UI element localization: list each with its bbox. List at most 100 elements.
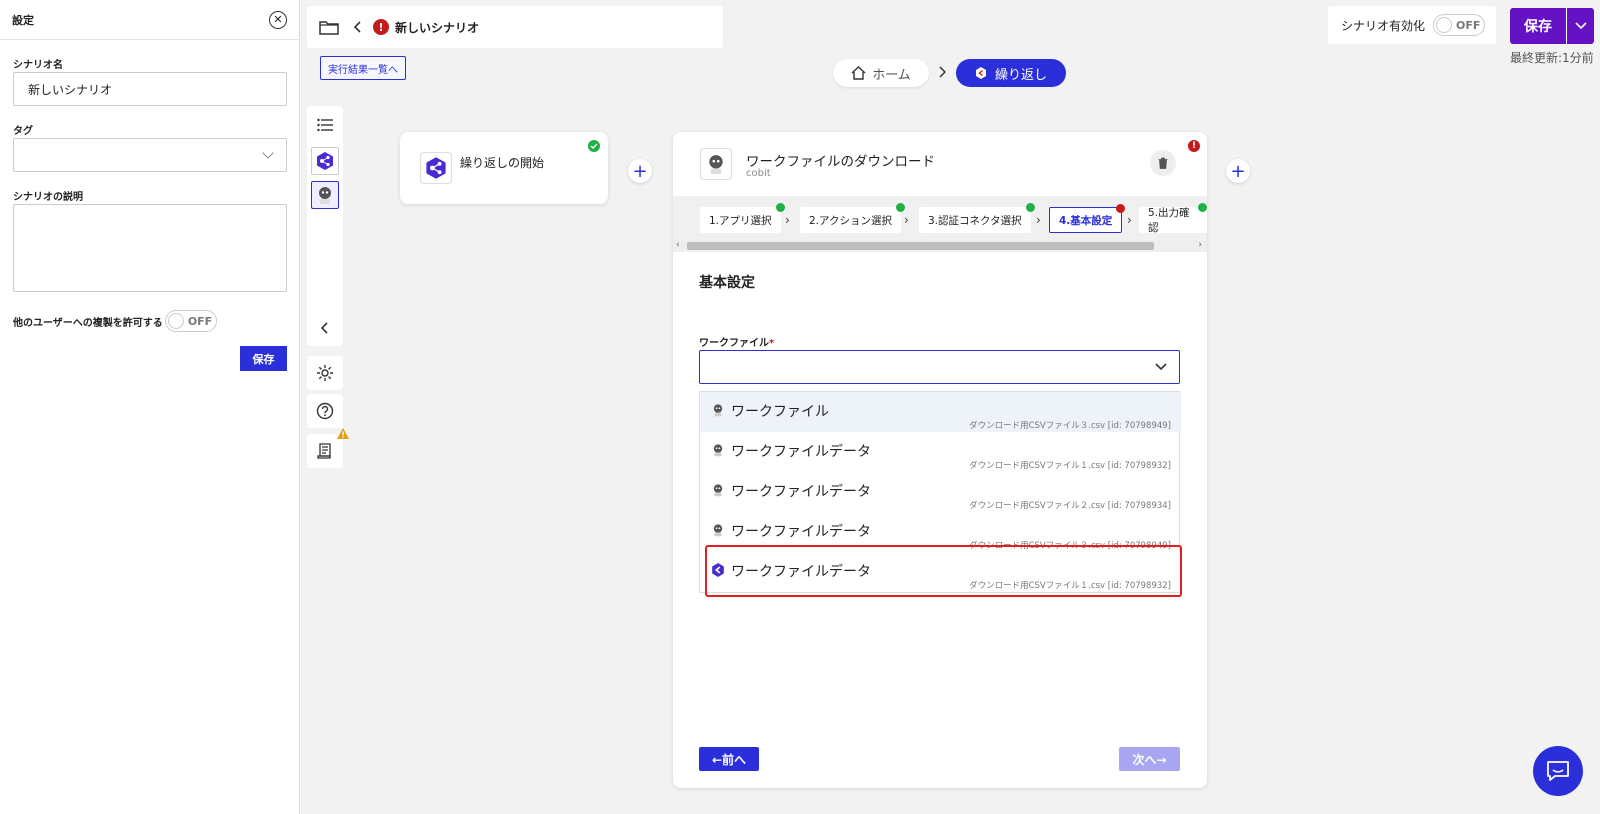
robot-icon bbox=[713, 484, 723, 497]
workfile-select[interactable] bbox=[699, 350, 1180, 384]
loop-node-icon[interactable] bbox=[311, 147, 339, 175]
tab-action-select[interactable]: 2.アクション選択 bbox=[800, 203, 905, 233]
breadcrumb-current[interactable]: 繰り返し bbox=[956, 59, 1066, 87]
settings-tool bbox=[307, 356, 343, 390]
loop-start-title: 繰り返しの開始 bbox=[460, 156, 545, 170]
option-sub: ダウンロード用CSVファイル２.csv [id: 70798934] bbox=[969, 501, 1171, 511]
step-arrow-icon: › bbox=[904, 213, 909, 227]
scroll-right-icon[interactable]: › bbox=[1198, 240, 1202, 250]
warning-icon bbox=[337, 428, 349, 439]
close-icon[interactable]: ✕ bbox=[269, 10, 287, 29]
step-subtitle: cobit bbox=[746, 168, 771, 179]
check-icon bbox=[588, 140, 600, 152]
robot-icon bbox=[709, 155, 723, 174]
scenario-enable-label: シナリオ有効化 bbox=[1341, 18, 1426, 33]
step-tabs-scrollbar[interactable]: ‹ › bbox=[673, 240, 1207, 252]
chevron-down-icon bbox=[1155, 363, 1167, 371]
breadcrumb-separator-icon bbox=[939, 66, 946, 78]
toggle-knob bbox=[167, 313, 184, 329]
results-list-link[interactable]: 実行結果一覧へ bbox=[320, 56, 406, 80]
last-updated-text: 最終更新:1分前 bbox=[1510, 51, 1594, 65]
dropdown-option[interactable]: ワークファイル ダウンロード用CSVファイル３.csv [id: 7079894… bbox=[700, 392, 1181, 432]
robot-icon bbox=[713, 524, 723, 537]
tab-label: 5.出力確認 bbox=[1148, 207, 1190, 234]
node-toolbar bbox=[307, 106, 343, 346]
loop-start-card[interactable]: 繰り返しの開始 bbox=[400, 132, 608, 204]
allow-copy-label: 他のユーザーへの複製を許可する bbox=[13, 317, 163, 329]
option-label: ワークファイルデータ bbox=[731, 444, 871, 460]
log-scroll-icon[interactable] bbox=[311, 437, 339, 465]
robot-icon bbox=[713, 404, 723, 417]
loop-app-badge bbox=[420, 152, 452, 184]
delete-step-button[interactable] bbox=[1150, 150, 1176, 176]
loop-icon bbox=[975, 67, 986, 79]
tab-label: 3.認証コネクタ選択 bbox=[928, 214, 1022, 227]
chevron-down-icon bbox=[1574, 22, 1587, 30]
tab-label: 4.基本設定 bbox=[1059, 214, 1113, 227]
add-step-button[interactable]: + bbox=[1226, 159, 1250, 183]
chevron-left-icon[interactable] bbox=[353, 21, 363, 33]
tab-label: 2.アクション選択 bbox=[809, 214, 892, 227]
option-label: ワークファイルデータ bbox=[731, 524, 871, 540]
download-step-card: ワークファイルのダウンロード cobit ! 1.アプリ選択 › 2.アクション… bbox=[673, 132, 1207, 788]
settings-header: 設定 ✕ bbox=[0, 0, 299, 40]
allow-copy-toggle[interactable]: OFF bbox=[164, 310, 217, 332]
folder-icon[interactable] bbox=[319, 19, 339, 35]
option-label: ワークファイルデータ bbox=[731, 484, 871, 500]
gear-icon[interactable] bbox=[311, 359, 339, 387]
highlight-frame bbox=[705, 545, 1182, 597]
step-error-dot bbox=[1116, 204, 1126, 213]
scenario-name-label: シナリオ名 bbox=[13, 60, 63, 71]
scenario-enable-toggle[interactable]: OFF bbox=[1433, 14, 1486, 36]
next-button[interactable]: 次へ→ bbox=[1119, 747, 1180, 771]
dropdown-option[interactable]: ワークファイルデータ ダウンロード用CSVファイル２.csv [id: 7079… bbox=[700, 472, 1181, 512]
dropdown-option[interactable]: ワークファイルデータ ダウンロード用CSVファイル１.csv [id: 7079… bbox=[700, 432, 1181, 472]
step-error-icon: ! bbox=[1188, 140, 1200, 152]
loop-app-icon bbox=[426, 157, 446, 179]
scroll-left-icon[interactable]: ‹ bbox=[676, 240, 680, 250]
robot-app-badge bbox=[700, 148, 732, 180]
tab-auth-connector[interactable]: 3.認証コネクタ選択 bbox=[919, 203, 1035, 233]
tab-basic-settings[interactable]: 4.基本設定 bbox=[1049, 204, 1126, 233]
breadcrumb-home[interactable]: ホーム bbox=[833, 59, 929, 87]
save-button[interactable]: 保存 bbox=[1510, 8, 1566, 44]
tab-output-check[interactable]: 5.出力確認 bbox=[1139, 203, 1207, 234]
scenario-topbar: ! 新しいシナリオ bbox=[307, 6, 723, 48]
scenario-name-value: 新しいシナリオ bbox=[28, 82, 113, 97]
workfile-label-text: ワークファイル bbox=[699, 338, 769, 349]
option-sub: ダウンロード用CSVファイル１.csv [id: 70798932] bbox=[969, 461, 1171, 471]
allow-copy-toggle-text: OFF bbox=[187, 314, 213, 328]
section-title: 基本設定 bbox=[699, 275, 755, 291]
tag-label: タグ bbox=[13, 126, 33, 137]
breadcrumb-home-label: ホーム bbox=[872, 67, 911, 83]
chevron-down-icon bbox=[262, 147, 274, 159]
trash-icon bbox=[1158, 157, 1168, 169]
chat-launcher-button[interactable] bbox=[1533, 746, 1583, 796]
add-step-button[interactable]: + bbox=[628, 159, 652, 183]
required-mark: * bbox=[769, 338, 775, 349]
tab-app-select[interactable]: 1.アプリ選択 bbox=[700, 203, 785, 233]
step-ok-dot bbox=[896, 203, 905, 212]
description-label: シナリオの説明 bbox=[13, 192, 83, 203]
save-dropdown-button[interactable] bbox=[1566, 8, 1594, 44]
collapse-chevron-icon[interactable] bbox=[311, 314, 339, 342]
robot-node-icon[interactable] bbox=[311, 181, 339, 209]
robot-icon bbox=[713, 444, 723, 457]
option-label: ワークファイル bbox=[731, 404, 829, 420]
scenario-name-input[interactable]: 新しいシナリオ bbox=[13, 72, 287, 106]
settings-save-button[interactable]: 保存 bbox=[240, 346, 287, 371]
error-icon: ! bbox=[373, 19, 389, 35]
scroll-thumb[interactable] bbox=[687, 242, 1154, 250]
settings-title: 設定 bbox=[12, 13, 34, 27]
help-tool bbox=[307, 394, 343, 428]
prev-button[interactable]: ←前へ bbox=[699, 747, 759, 771]
scenario-enable-box: シナリオ有効化 OFF bbox=[1328, 6, 1496, 44]
step-title: ワークファイルのダウンロード bbox=[746, 154, 935, 170]
list-icon[interactable] bbox=[311, 111, 339, 139]
tag-select[interactable] bbox=[13, 138, 287, 172]
scenario-title-group: ! 新しいシナリオ bbox=[373, 19, 479, 36]
step-ok-dot bbox=[1025, 203, 1035, 212]
help-icon[interactable] bbox=[311, 397, 339, 425]
chat-icon bbox=[1547, 761, 1569, 781]
description-textarea[interactable] bbox=[13, 204, 287, 292]
